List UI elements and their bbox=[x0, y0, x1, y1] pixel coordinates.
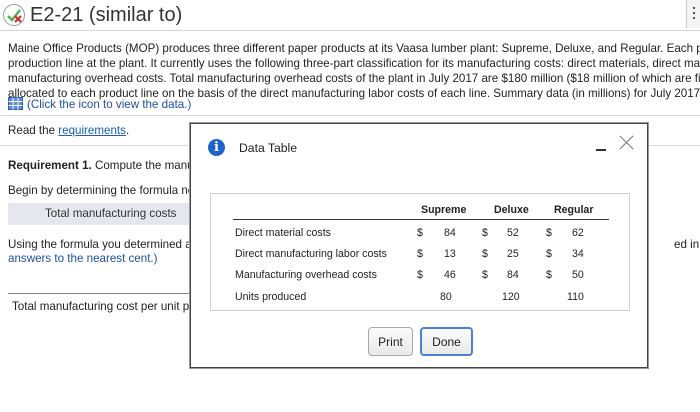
cell-value: 34 bbox=[572, 248, 584, 260]
currency-sign: $ bbox=[417, 227, 423, 239]
view-data-link[interactable]: (Click the icon to view the data.) bbox=[8, 97, 191, 111]
formula-cell: Total manufacturing costs bbox=[8, 203, 192, 225]
read-requirements: Read the requirements. bbox=[8, 124, 129, 137]
read-suffix: . bbox=[125, 124, 130, 137]
currency-sign: $ bbox=[546, 248, 552, 260]
problem-line: production line at the plant. It current… bbox=[8, 57, 700, 70]
divider bbox=[8, 293, 192, 294]
begin-instruction: Begin by determining the formula ne bbox=[8, 184, 195, 197]
cell-value: 84 bbox=[507, 269, 519, 281]
problem-line: manufacturing overhead costs. Total manu… bbox=[8, 72, 700, 85]
currency-sign: $ bbox=[546, 227, 552, 239]
cell-value: 46 bbox=[444, 269, 456, 281]
currency-sign: $ bbox=[482, 269, 488, 281]
cell-value: 13 bbox=[444, 248, 456, 260]
header-rule bbox=[233, 219, 609, 220]
cell-value: 120 bbox=[502, 291, 520, 303]
click-icon-text: (Click the icon to view the data.) bbox=[27, 98, 192, 111]
currency-sign: $ bbox=[482, 248, 488, 260]
currency-sign: $ bbox=[546, 269, 552, 281]
row-label: Direct material costs bbox=[235, 227, 331, 239]
requirement-heading: Requirement 1. Compute the manuf bbox=[8, 159, 197, 172]
cell-value: 62 bbox=[572, 227, 584, 239]
cell-value: 84 bbox=[444, 227, 456, 239]
divider bbox=[0, 115, 700, 116]
page-title: E2-21 (similar to) bbox=[30, 4, 183, 26]
using-instruction: Using the formula you determined ab bbox=[8, 238, 199, 251]
column-header-deluxe: Deluxe bbox=[494, 204, 529, 216]
read-prefix: Read the bbox=[8, 124, 59, 137]
requirements-link[interactable]: requirements bbox=[58, 124, 126, 137]
data-grid-icon[interactable] bbox=[8, 97, 23, 110]
currency-sign: $ bbox=[482, 227, 488, 239]
info-icon: i bbox=[208, 139, 225, 156]
print-button[interactable]: Print bbox=[368, 327, 413, 356]
close-icon[interactable] bbox=[619, 135, 634, 150]
incorrect-icon bbox=[3, 4, 25, 26]
currency-sign: $ bbox=[417, 269, 423, 281]
cell-value: 50 bbox=[572, 269, 584, 281]
done-button[interactable]: Done bbox=[420, 327, 473, 356]
cost-per-unit-label: Total manufacturing cost per unit pro bbox=[12, 300, 200, 313]
cell-value: 52 bbox=[507, 227, 519, 239]
row-label: Units produced bbox=[235, 291, 307, 303]
requirement-text: Compute the manuf bbox=[91, 159, 197, 172]
rounding-note: answers to the nearest cent.) bbox=[8, 252, 158, 265]
cell-value: 80 bbox=[440, 291, 452, 303]
instruction-fragment: ed in July bbox=[674, 238, 700, 251]
problem-line: Maine Office Products (MOP) produces thr… bbox=[8, 42, 700, 55]
options-menu-icon[interactable] bbox=[686, 0, 700, 28]
problem-statement: Maine Office Products (MOP) produces thr… bbox=[8, 41, 700, 101]
minimize-icon[interactable] bbox=[596, 149, 606, 151]
data-table-dialog: i Data Table Supreme Deluxe Regular Dire… bbox=[190, 123, 648, 368]
cell-value: 25 bbox=[507, 248, 519, 260]
cell-value: 110 bbox=[567, 291, 584, 303]
row-label: Manufacturing overhead costs bbox=[235, 269, 377, 281]
requirement-label: Requirement 1. bbox=[8, 159, 92, 172]
header-bar: E2-21 (similar to) bbox=[0, 0, 700, 31]
currency-sign: $ bbox=[417, 248, 423, 260]
row-label: Direct manufacturing labor costs bbox=[235, 248, 387, 260]
column-header-regular: Regular bbox=[554, 204, 594, 216]
dialog-title: Data Table bbox=[239, 141, 298, 155]
column-header-supreme: Supreme bbox=[421, 204, 467, 216]
data-table: Supreme Deluxe Regular Direct material c… bbox=[210, 193, 630, 311]
